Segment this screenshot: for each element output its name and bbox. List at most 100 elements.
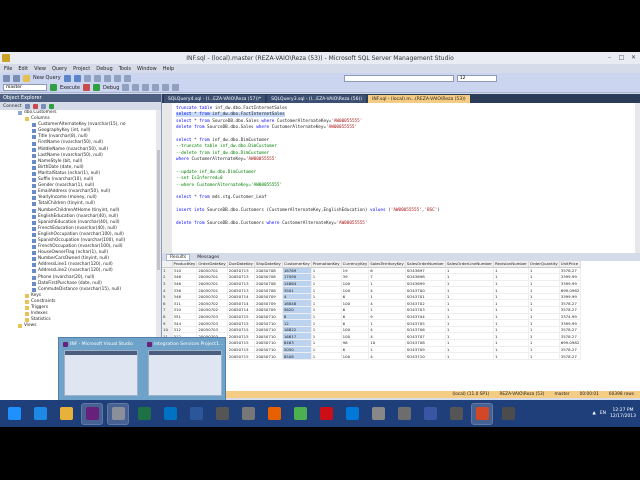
table-cell[interactable]: 3578.27 (559, 306, 582, 314)
parse-icon[interactable] (122, 84, 130, 91)
taskbar-button[interactable] (4, 404, 24, 424)
table-cell[interactable]: 1 (311, 306, 342, 314)
table-cell[interactable]: 39 (341, 273, 370, 281)
table-cell[interactable]: 1 (528, 299, 560, 308)
table-cell[interactable]: 20050715 (227, 319, 255, 327)
execute-icon[interactable] (50, 84, 57, 91)
table-cell[interactable]: SO43706 (405, 326, 446, 334)
table-cell[interactable]: 1 (528, 313, 560, 321)
table-cell[interactable]: 1 (445, 346, 494, 354)
solution-config-combo[interactable] (343, 74, 454, 82)
menu-edit[interactable]: Edit (18, 66, 28, 72)
table-cell[interactable]: 1 (528, 319, 560, 327)
column-header[interactable]: SalesOrderNumber (405, 261, 446, 268)
table-cell[interactable]: 1 (445, 326, 494, 334)
doc-tab[interactable]: INF.sql - (local).m...(REZA-VAIO\Reza (5… (368, 95, 470, 103)
table-cell[interactable]: 699.0982 (559, 339, 582, 347)
table-cell[interactable]: 20050701 (196, 267, 228, 275)
menu-query[interactable]: Query (52, 66, 67, 72)
table-cell[interactable]: 699.0982 (559, 286, 582, 294)
table-cell[interactable]: 20050702 (196, 306, 228, 314)
table-cell[interactable]: 1 (493, 286, 529, 294)
table-cell[interactable]: 20050701 (196, 273, 228, 281)
table-cell[interactable]: 1 (311, 293, 342, 301)
table-cell[interactable]: 6 (341, 346, 370, 354)
table-cell[interactable]: 100 (341, 299, 370, 308)
maximize-button[interactable]: □ (617, 53, 626, 61)
table-cell[interactable]: 1 (528, 280, 560, 288)
row-number[interactable]: 1 (162, 267, 173, 275)
comment-icon[interactable] (152, 84, 160, 91)
new-query-icon[interactable] (23, 74, 30, 82)
table-cell[interactable]: 1 (311, 352, 342, 360)
debug-button[interactable]: Debug (103, 85, 119, 91)
row-number[interactable]: 8 (162, 313, 173, 321)
table-cell[interactable]: 346 (172, 273, 198, 281)
table-cell[interactable]: 1 (445, 293, 494, 301)
table-cell[interactable]: 3399.99 (559, 280, 582, 288)
table-cell[interactable]: 20050702 (196, 299, 228, 308)
table-cell[interactable]: 20050708 (254, 267, 283, 275)
table-cell[interactable]: 8 (282, 313, 312, 321)
table-cell[interactable]: 17090 (282, 273, 312, 281)
taskbar-button[interactable] (134, 404, 154, 424)
connect-icon[interactable] (24, 103, 30, 109)
table-cell[interactable]: 19 (341, 267, 370, 275)
table-cell[interactable]: 20050709 (254, 306, 283, 314)
table-cell[interactable]: 20050714 (227, 293, 255, 301)
table-cell[interactable]: 1 (493, 313, 529, 321)
table-row[interactable]: 8 351 20050703 20050715 20050710 8 1 6 9 SO43704 1… (162, 313, 582, 321)
new-query-button[interactable]: New Query (33, 75, 61, 81)
code-line[interactable]: delete from SourceDB.dbo.Customers where… (176, 221, 640, 227)
table-cell[interactable]: 1 (311, 346, 342, 354)
table-cell[interactable]: 9 (368, 313, 406, 321)
table-row[interactable]: 10 312 20050703 20050715 20050710 16822 1 100 4 S… (162, 326, 582, 334)
column-header[interactable]: SalesOrderLineNumber (445, 261, 494, 268)
code-area[interactable]: truncate table inf_dw.dbo.FactInternetSa… (176, 106, 640, 227)
taskbar-button[interactable] (290, 404, 310, 424)
table-cell[interactable]: 100 (341, 332, 370, 341)
indent-icon[interactable] (172, 84, 180, 91)
table-cell[interactable]: 3501 (282, 286, 312, 294)
stop-icon[interactable] (83, 84, 90, 91)
table-cell[interactable]: 3399.99 (559, 319, 582, 327)
scroll-thumb[interactable] (157, 150, 160, 270)
table-cell[interactable]: 1 (528, 293, 560, 301)
editor-scrollbar[interactable] (635, 103, 640, 253)
table-cell[interactable]: 20050715 (227, 332, 255, 341)
table-cell[interactable]: SO43708 (405, 339, 446, 347)
disconnect-icon[interactable] (32, 103, 38, 109)
menu-window[interactable]: Window (137, 66, 157, 72)
table-cell[interactable]: 20050713 (227, 267, 255, 275)
table-cell[interactable]: 1 (368, 280, 406, 288)
taskbar-button[interactable] (56, 404, 76, 424)
table-cell[interactable]: 1 (493, 273, 529, 281)
table-cell[interactable]: 8463 (282, 339, 312, 347)
table-cell[interactable]: 4 (282, 293, 312, 301)
row-number[interactable]: 6 (162, 299, 173, 308)
table-cell[interactable]: 20050710 (254, 339, 283, 347)
table-cell[interactable]: 310 (172, 306, 198, 314)
table-cell[interactable]: SO43704 (405, 313, 446, 321)
menu-project[interactable]: Project (73, 66, 90, 72)
doc-tab[interactable]: SQLQuery4.sql - (l...EZA-VAIO\Reza (57))… (164, 95, 266, 103)
column-header[interactable]: PromotionKey (311, 261, 342, 268)
table-cell[interactable]: 1 (493, 319, 529, 327)
table-cell[interactable]: 6 (341, 319, 370, 327)
results-grid[interactable]: ProductKey OrderDateKey DueDateKey ShipDate… (162, 261, 640, 391)
taskbar-button[interactable] (186, 404, 206, 424)
table-cell[interactable]: 1 (528, 346, 560, 354)
table-cell[interactable]: 346 (172, 293, 198, 301)
table-cell[interactable]: 16822 (282, 326, 312, 334)
table-cell[interactable]: 1 (528, 286, 560, 294)
table-cell[interactable]: 7 (368, 273, 406, 281)
undo-icon[interactable] (113, 74, 121, 82)
column-header[interactable]: ShipDateKey (254, 261, 283, 268)
taskbar-button[interactable] (316, 404, 336, 424)
network-icon[interactable]: ▲ (592, 411, 595, 416)
table-cell[interactable]: 6 (341, 313, 370, 321)
table-cell[interactable]: 4 (368, 332, 406, 341)
table-cell[interactable]: 336 (172, 286, 198, 294)
table-cell[interactable]: SO43697 (405, 267, 446, 275)
table-row[interactable]: 6 311 20050702 20050714 20050709 16848 1 100 4 SO… (162, 299, 582, 308)
